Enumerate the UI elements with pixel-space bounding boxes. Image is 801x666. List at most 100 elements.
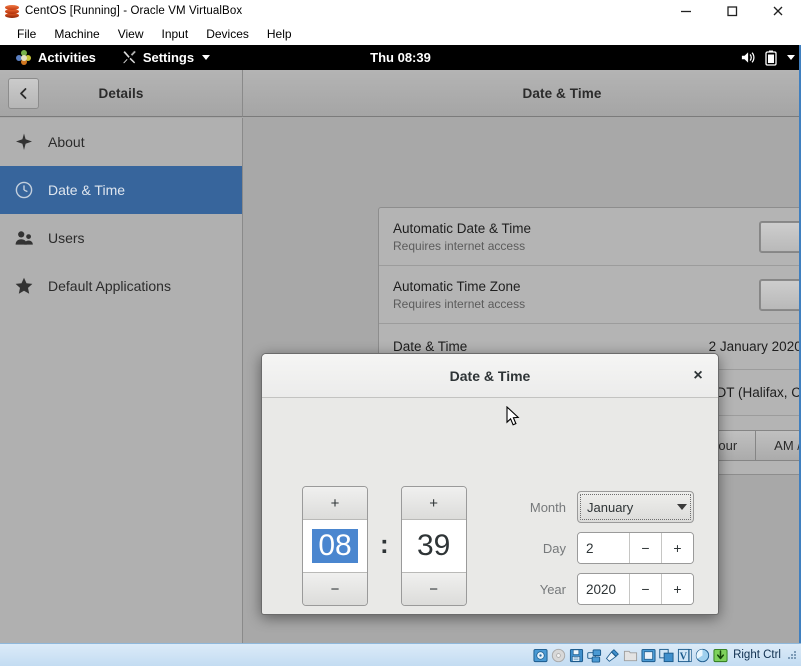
chevron-down-icon [677, 504, 687, 510]
sidebar-header-title: Details [98, 85, 144, 101]
minimize-icon[interactable] [663, 0, 709, 22]
sidebar-item-label: Default Applications [48, 278, 171, 294]
chevron-down-icon [787, 55, 795, 60]
menu-file[interactable]: File [8, 25, 45, 43]
video-capture-icon[interactable]: V [677, 648, 692, 663]
hour-spinner: + 08 − [302, 486, 368, 606]
volume-icon [741, 50, 757, 65]
preference-subtitle: Requires internet access [393, 238, 526, 253]
preference-subtitle: Requires internet access [393, 296, 526, 311]
shared-clipboard-icon[interactable] [659, 648, 674, 663]
host-titlebar: CentOS [Running] - Oracle VM VirtualBox [0, 0, 801, 22]
app-menu-label: Settings [142, 50, 195, 65]
gnome-status-indicators[interactable] [741, 45, 795, 70]
device-indicator-icons: V [533, 648, 728, 663]
virtualbox-statusbar: V Right Ctrl [0, 643, 801, 666]
time-spinners: + 08 − : + 39 − [302, 486, 467, 606]
page-title: Date & Time [522, 85, 602, 101]
time-format-am-pm-button[interactable]: AM / PM [756, 429, 801, 461]
year-decrement-button[interactable]: − [629, 574, 661, 604]
shared-folder-icon[interactable] [623, 648, 638, 663]
close-icon[interactable]: × [687, 365, 709, 387]
resize-grip[interactable] [787, 650, 797, 660]
minute-increment-button[interactable]: + [401, 487, 466, 520]
gnome-logo-icon [16, 50, 31, 65]
sidebar-item-label: About [48, 134, 85, 150]
day-value[interactable]: 2 [578, 533, 629, 563]
window-controls [663, 0, 801, 22]
menu-devices[interactable]: Devices [197, 25, 258, 43]
usb-icon[interactable] [605, 648, 620, 663]
dialog-body: + 08 − : + 39 − Month January Day 2 − + … [262, 398, 718, 614]
minute-value: 39 [416, 529, 451, 562]
host-key-icon[interactable] [713, 648, 728, 663]
time-zone-value: ADT (Halifax, Canada) [707, 385, 801, 400]
activities-label: Activities [38, 50, 96, 65]
hour-field[interactable]: 08 [303, 520, 367, 572]
date-time-dialog: Date & Time × + 08 − : + 39 − Month Janu… [261, 353, 719, 615]
time-separator: : [380, 529, 389, 559]
minute-field[interactable]: 39 [401, 520, 466, 572]
people-icon [14, 228, 34, 248]
display-icon[interactable] [641, 648, 656, 663]
preference-row-automatic-date-time: Automatic Date & Time Requires internet … [379, 208, 801, 266]
host-window-title: CentOS [Running] - Oracle VM VirtualBox [25, 5, 243, 17]
month-value: January [587, 499, 634, 515]
switch-knob [760, 221, 801, 252]
sidebar: About Date & Time Users Default Applicat… [0, 118, 243, 643]
preference-row-automatic-time-zone: Automatic Time Zone Requires internet ac… [379, 266, 801, 324]
automatic-time-zone-switch[interactable]: OFF [759, 278, 801, 311]
clock-icon [14, 180, 34, 200]
svg-text:V: V [680, 651, 688, 662]
date-fields: Month January Day 2 − + Year 2020 − + [508, 491, 694, 605]
day-increment-button[interactable]: + [661, 533, 693, 563]
floppy-disk-icon[interactable] [569, 648, 584, 663]
preference-title: Date & Time [393, 339, 468, 354]
month-label: Month [529, 499, 566, 515]
date-time-value: 2 January 2020, 08:39 [708, 339, 801, 354]
sidebar-item-users[interactable]: Users [0, 214, 242, 262]
minute-spinner: + 39 − [400, 486, 467, 606]
battery-icon [765, 50, 777, 66]
virtualbox-icon [4, 3, 20, 19]
activities-button[interactable]: Activities [8, 50, 104, 65]
switch-knob [760, 279, 801, 310]
app-menu-button[interactable]: Settings [114, 50, 218, 65]
close-icon[interactable] [755, 0, 801, 22]
menu-machine[interactable]: Machine [45, 25, 108, 43]
menu-input[interactable]: Input [153, 25, 198, 43]
automatic-date-time-switch[interactable]: OFF [759, 220, 801, 253]
dialog-title: Date & Time [449, 367, 531, 384]
sidebar-item-about[interactable]: About [0, 118, 242, 166]
hour-increment-button[interactable]: + [303, 487, 367, 520]
year-increment-button[interactable]: + [661, 574, 693, 604]
host-key-label: Right Ctrl [733, 649, 781, 661]
day-spinner: 2 − + [577, 532, 694, 564]
year-label: Year [539, 581, 566, 597]
sidebar-headerbar: Details [0, 70, 243, 117]
hour-decrement-button[interactable]: − [303, 572, 367, 605]
network-icon[interactable] [587, 648, 602, 663]
day-label: Day [542, 540, 566, 556]
menu-help[interactable]: Help [258, 25, 301, 43]
sidebar-item-default-applications[interactable]: Default Applications [0, 262, 242, 310]
preference-title: Automatic Date & Time [393, 220, 532, 236]
day-decrement-button[interactable]: − [629, 533, 661, 563]
maximize-icon[interactable] [709, 0, 755, 22]
year-spinner: 2020 − + [577, 573, 694, 605]
month-row: Month January [508, 491, 694, 523]
dialog-titlebar: Date & Time × [262, 354, 718, 398]
month-dropdown[interactable]: January [577, 491, 694, 523]
sidebar-item-label: Date & Time [48, 182, 126, 198]
mouse-icon[interactable] [695, 648, 710, 663]
sidebar-item-date-and-time[interactable]: Date & Time [0, 166, 242, 214]
settings-application: Details Date & Time About Date & Time Us… [0, 70, 801, 643]
back-button[interactable] [8, 78, 39, 109]
content-headerbar: Date & Time [243, 70, 801, 117]
minute-decrement-button[interactable]: − [401, 572, 466, 605]
menu-view[interactable]: View [109, 25, 153, 43]
hard-disk-icon[interactable] [533, 648, 548, 663]
star-icon [14, 276, 34, 296]
year-value[interactable]: 2020 [578, 574, 629, 604]
optical-disk-icon[interactable] [551, 648, 566, 663]
